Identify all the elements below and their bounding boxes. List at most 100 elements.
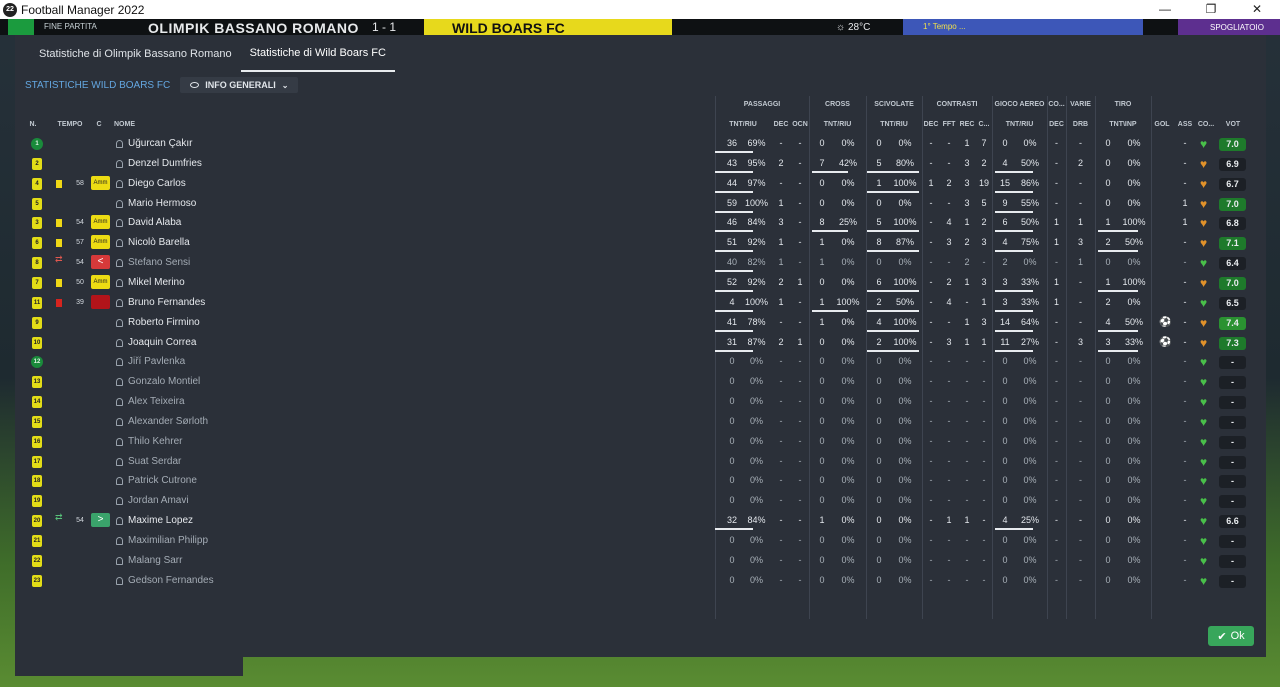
- player-name[interactable]: Mikel Merino: [128, 273, 185, 293]
- player-name[interactable]: Maximilian Philipp: [128, 531, 208, 551]
- col-header-sciv-tnt[interactable]: TNT/RIU: [866, 121, 922, 128]
- stat-ass: 1: [1182, 197, 1188, 208]
- view-dropdown[interactable]: INFO GENERALI ⌄: [180, 77, 299, 93]
- player-row[interactable]: 21 Maximilian Philipp 0 0% - - 0 0% 0 0% - - - - 0 0% - -…: [15, 531, 1266, 551]
- stat-bar: [867, 309, 919, 312]
- player-name[interactable]: Maxime Lopez: [128, 511, 193, 531]
- group-header-gioco-aereo: GIOCO AEREO: [994, 101, 1045, 108]
- player-row[interactable]: 7 50 Amm Mikel Merino 52 92% 2 1 0 0% 6 100% -2 1 3 3 33…: [15, 273, 1266, 293]
- col-header-c-more[interactable]: C...: [976, 121, 992, 128]
- match-rating: -: [1219, 495, 1246, 509]
- player-row[interactable]: 17 Suat Serdar 0 0% - -0 0% 0 0% - - - -0 0% - -0 0% - ♥ -: [15, 452, 1266, 472]
- player-name[interactable]: Alexander Sørloth: [128, 412, 208, 432]
- col-header-rec[interactable]: REC: [958, 121, 976, 128]
- stat-drb: -: [1079, 435, 1082, 446]
- stat-tiro: 0: [1105, 435, 1111, 446]
- player-name[interactable]: Patrick Cutrone: [128, 471, 197, 491]
- stat-c-dec: -: [929, 435, 933, 446]
- player-name[interactable]: Uğurcan Çakır: [128, 134, 192, 154]
- player-row[interactable]: 11 39 Bruno Fernandes 4 100% 1-1 100% 2 50% -4-1 3…: [15, 293, 1266, 313]
- col-header-ass[interactable]: ASS: [1174, 121, 1196, 128]
- tab-away-stats[interactable]: Statistiche di Wild Boars FC: [240, 35, 395, 72]
- player-row[interactable]: 1 Uğurcan Çakır 36 69% - -0 0% 0 0% - -1 7 0 0% - -0 0% -…: [15, 134, 1266, 154]
- match-topbar: FINE PARTITA OLIMPIK BASSANO ROMANO 1 - …: [0, 19, 1280, 35]
- player-name[interactable]: Stefano Sensi: [128, 253, 190, 273]
- col-header-gol[interactable]: GOL: [1151, 121, 1173, 128]
- col-header-co-dec[interactable]: DEC: [1047, 121, 1066, 128]
- col-header-cross-tnt[interactable]: TNT/RIU: [809, 121, 866, 128]
- player-row[interactable]: 14 Alex Teixeira 0 0% - -0 0% 0 0% - - - -0 0% - -0 0% - ♥…: [15, 392, 1266, 412]
- substitution-in-badge: >: [91, 513, 110, 528]
- match-rating: 7.3: [1219, 336, 1246, 350]
- col-header-pass-tnt[interactable]: TNT/RIU: [715, 121, 771, 128]
- player-name[interactable]: Nicolò Barella: [128, 233, 190, 253]
- col-header-cond[interactable]: CO...: [1195, 121, 1217, 128]
- stat-sciv-pct: 0%: [898, 435, 912, 446]
- col-header-num[interactable]: N.: [25, 121, 41, 128]
- player-name[interactable]: Jordan Amavi: [128, 491, 189, 511]
- player-name[interactable]: Gonzalo Montiel: [128, 372, 200, 392]
- col-header-vot[interactable]: VOT: [1219, 121, 1247, 128]
- player-row[interactable]: 15 Alexander Sørloth 0 0% - - 0 0% 0 0% - - - - 0 0% - - 0…: [15, 412, 1266, 432]
- player-name[interactable]: Mario Hermoso: [128, 194, 196, 214]
- col-header-dec[interactable]: DEC: [771, 121, 791, 128]
- player-row[interactable]: 16 Thilo Kehrer 0 0% - -0 0% 0 0% - - - -0 0% - -0 0% - ♥ -: [15, 432, 1266, 452]
- player-row[interactable]: 6 57 Amm Nicolò Barella 51 92% 1-1 0% 8 87% -3 2 3 4 7…: [15, 233, 1266, 253]
- player-row[interactable]: 4 58 Amm Diego Carlos 44 97% - -0 0% 1 100% 1 2 3 19 15…: [15, 174, 1266, 194]
- player-name[interactable]: Roberto Firmino: [128, 313, 200, 333]
- player-name[interactable]: Gedson Fernandes: [128, 571, 214, 591]
- player-row[interactable]: 10 Joaquin Correa 31 87% 2 1 0 0% 2 100% -3 1 1 11 27%…: [15, 333, 1266, 353]
- player-row[interactable]: 23 Gedson Fernandes 0 0% - - 0 0% 0 0% - - - - 0 0% - - 0 0…: [15, 571, 1266, 591]
- continue-button[interactable]: SPOGLIATOIO: [1178, 19, 1280, 35]
- minimize-button[interactable]: —: [1142, 0, 1188, 19]
- player-row[interactable]: 3 54 Amm David Alaba 46 84% 3-8 25% 5 100% -4 1 2 6 50…: [15, 213, 1266, 233]
- stat-pass-pct: 0%: [749, 535, 763, 545]
- col-header-drb[interactable]: DRB: [1066, 121, 1095, 128]
- player-row[interactable]: 8 ⇄ 54 < Stefano Sensi 40 82% 1-1 0% 0 0% - -2-2 0% -1…: [15, 253, 1266, 273]
- ok-button[interactable]: ✔ Ok: [1208, 626, 1254, 646]
- player-row[interactable]: 12 Jiří Pavlenka 0 0% - -0 0% 0 0% - - - -0 0% - -0 0% - ♥…: [15, 352, 1266, 372]
- event-minute: 54: [76, 259, 84, 267]
- col-header-tiro-tnt[interactable]: TNT\INP: [1095, 121, 1151, 128]
- stat-tiro: 0: [1105, 376, 1111, 387]
- stat-dec: 2: [778, 276, 784, 287]
- col-header-nome[interactable]: NOME: [114, 121, 174, 128]
- player-name[interactable]: Alex Teixeira: [128, 392, 185, 412]
- col-header-tempo[interactable]: TEMPO: [53, 121, 87, 128]
- player-row[interactable]: 2 Denzel Dumfries 43 95% 2-7 42% 5 80% - -3 2 4 50% -…: [15, 154, 1266, 174]
- player-name[interactable]: Malang Sarr: [128, 551, 182, 571]
- col-header-fft[interactable]: FFT: [940, 121, 958, 128]
- stat-rec: -: [965, 376, 969, 387]
- player-row[interactable]: 9 Roberto Firmino 41 78% - -1 0% 4 100% - -1 3 14 64%…: [15, 313, 1266, 333]
- stat-ass: -: [1183, 296, 1187, 307]
- stat-dec: -: [779, 138, 783, 148]
- match-rating: 7.0: [1219, 138, 1246, 151]
- tab-home-stats[interactable]: Statistiche di Olimpik Bassano Romano: [30, 35, 241, 72]
- player-name[interactable]: David Alaba: [128, 213, 181, 233]
- col-header-c-dec[interactable]: DEC: [922, 121, 940, 128]
- player-name[interactable]: Denzel Dumfries: [128, 154, 202, 174]
- player-row[interactable]: 13 Gonzalo Montiel 0 0% - - 0 0% 0 0% - - - - 0 0% - - 0 0%…: [15, 372, 1266, 392]
- col-header-aereo-tnt[interactable]: TNT/RIU: [992, 121, 1047, 128]
- player-row[interactable]: 22 Malang Sarr 0 0% - -0 0% 0 0% - - - -0 0% - -0 0% - ♥ -: [15, 551, 1266, 571]
- player-row[interactable]: 20 ⇄ 54 > Maxime Lopez 32 84% - -1 0% 0 0% -1 1-4 25% -…: [15, 511, 1266, 531]
- stat-c-dec: -: [929, 197, 933, 208]
- stat-pass: 0: [729, 495, 735, 506]
- stat-sciv: 0: [876, 396, 882, 407]
- maximize-button[interactable]: ❐: [1188, 0, 1234, 19]
- close-button[interactable]: ✕: [1234, 0, 1280, 19]
- player-row[interactable]: 18 Patrick Cutrone 0 0% - - 0 0% 0 0% - - - - 0 0% - - 0 0%…: [15, 471, 1266, 491]
- player-name[interactable]: Thilo Kehrer: [128, 432, 182, 452]
- stat-cc: 1: [981, 336, 987, 347]
- col-header-c[interactable]: C: [92, 121, 106, 128]
- stat-pass: 0: [729, 435, 735, 446]
- col-header-ocn[interactable]: OCN: [791, 121, 809, 128]
- player-name[interactable]: Jiří Pavlenka: [128, 352, 185, 372]
- player-name[interactable]: Diego Carlos: [128, 174, 186, 194]
- player-row[interactable]: 5 Mario Hermoso 59 100% 1-0 0% 0 0% - -3 5 9 55% - -0 0…: [15, 194, 1266, 214]
- player-name[interactable]: Suat Serdar: [128, 452, 181, 472]
- player-row[interactable]: 19 Jordan Amavi 0 0% - -0 0% 0 0% - - - -0 0% - -0 0% - ♥ -: [15, 491, 1266, 511]
- stat-cross-pct: 0%: [841, 396, 855, 407]
- player-name[interactable]: Bruno Fernandes: [128, 293, 205, 313]
- player-name[interactable]: Joaquin Correa: [128, 333, 196, 353]
